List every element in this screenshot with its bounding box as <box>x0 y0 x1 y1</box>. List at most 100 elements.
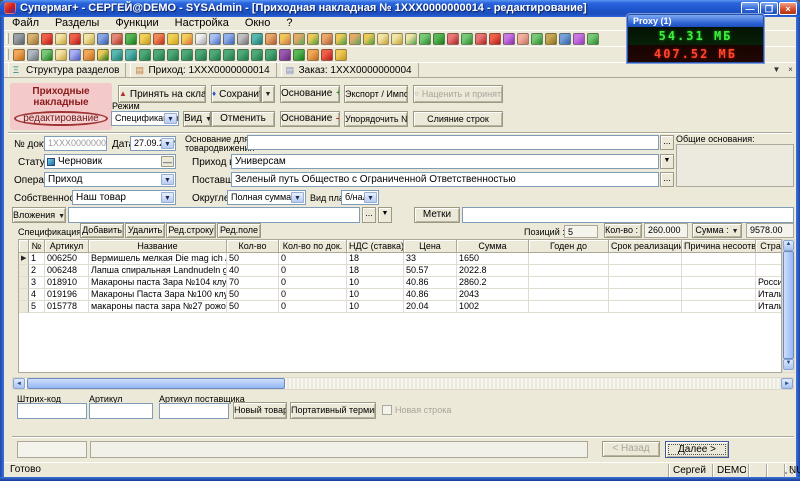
toolbar2-icon-2[interactable] <box>27 49 39 61</box>
cell-name[interactable]: макароны паста зара №27 рожок 500г. <box>89 301 227 313</box>
cell-sum[interactable]: 2860.2 <box>457 277 529 289</box>
cell-name[interactable]: Макароны паста Зара №104 клубки 500 <box>89 277 227 289</box>
export-import-button[interactable]: Экспорт / Импорт <box>344 85 408 103</box>
cell-article[interactable]: 018910 <box>45 277 89 289</box>
toolbar1-icon-27[interactable] <box>377 33 389 45</box>
income-to-dropdown-button[interactable]: ▼ <box>660 154 674 169</box>
toolbar2-icon-10[interactable] <box>139 49 151 61</box>
chevron-down-icon[interactable]: ▼ <box>161 138 174 149</box>
toolbar2-icon-12[interactable] <box>167 49 179 61</box>
toolbar1-icon-30[interactable] <box>419 33 431 45</box>
toolbar1-icon-38[interactable] <box>531 33 543 45</box>
toolbar1-icon-32[interactable] <box>447 33 459 45</box>
toolbar2-icon-18[interactable] <box>251 49 263 61</box>
cell-reason[interactable] <box>682 253 756 265</box>
sum-total-dropdown-button[interactable]: Сумма :▼ <box>692 223 742 238</box>
toolbar1-icon-39[interactable] <box>545 33 557 45</box>
cell-sum[interactable]: 2022.8 <box>457 265 529 277</box>
toolbar1-icon-21[interactable] <box>293 33 305 45</box>
scroll-up-icon[interactable]: ▲ <box>783 240 794 251</box>
cell-price[interactable]: 33 <box>404 253 457 265</box>
chevron-down-icon[interactable]: ▼ <box>291 192 304 203</box>
toolbar1-icon-31[interactable] <box>433 33 445 45</box>
row-selector[interactable] <box>19 265 29 277</box>
payment-type-combobox[interactable]: б/нал ▼ <box>341 190 379 205</box>
row-selector[interactable] <box>19 277 29 289</box>
table-row[interactable]: 4019196Макароны Паста Зара №100 клубки 5… <box>19 289 781 301</box>
toolbar1-icon-40[interactable] <box>559 33 571 45</box>
supplier-article-input[interactable] <box>159 403 229 419</box>
cell-country[interactable] <box>756 253 782 265</box>
row-marker-icon[interactable]: ▶ <box>19 253 29 265</box>
cell-valid[interactable] <box>529 253 609 265</box>
cell-qty_doc[interactable]: 0 <box>279 289 347 301</box>
toolbar1-icon-5[interactable] <box>69 33 81 45</box>
toolbar1-icon-29[interactable] <box>405 33 417 45</box>
toolbar1-icon-10[interactable] <box>139 33 151 45</box>
cell-valid[interactable] <box>529 265 609 277</box>
toolbar2-icon-6[interactable] <box>83 49 95 61</box>
column-header[interactable]: Сумма <box>457 240 529 253</box>
chevron-down-icon[interactable]: ▼ <box>161 192 174 203</box>
scroll-left-icon[interactable]: ◄ <box>13 378 25 389</box>
basis-add-button[interactable]: Основание+ <box>280 85 340 103</box>
next-button[interactable]: Далее > <box>665 441 729 458</box>
mode-combobox[interactable]: Спецификация ▼ <box>111 111 179 126</box>
menu-item-1[interactable]: Файл <box>4 17 47 30</box>
table-vertical-scrollbar[interactable]: ▲ ▼ <box>782 239 795 373</box>
column-header[interactable]: Кол-во <box>227 240 279 253</box>
toolbar1-icon-33[interactable] <box>461 33 473 45</box>
table-row[interactable]: 3018910Макароны паста Зара №104 клубки 5… <box>19 277 781 289</box>
chevron-down-icon[interactable]: ▼ <box>164 113 177 124</box>
supplier-field[interactable]: Зеленый путь Общество с Ограниченной Отв… <box>231 172 659 187</box>
menu-item-3[interactable]: Функции <box>107 17 166 30</box>
save-dropdown-button[interactable]: ▼ <box>261 85 275 103</box>
tabbar-close-icon[interactable]: × <box>784 63 797 76</box>
cell-term[interactable] <box>609 277 682 289</box>
tags-button[interactable]: Метки <box>414 207 460 223</box>
attachments-button[interactable]: Вложения▼ <box>12 207 66 223</box>
menu-item-4[interactable]: Настройка <box>167 17 237 30</box>
toolbar1-icon-23[interactable] <box>321 33 333 45</box>
column-header[interactable]: НДС (ставка) <box>347 240 404 253</box>
toolbar1-icon-3[interactable] <box>41 33 53 45</box>
toolbar1-icon-22[interactable] <box>307 33 319 45</box>
spec-button-3[interactable]: Ред.строку <box>166 223 216 238</box>
cell-country[interactable]: Италия <box>756 289 782 301</box>
cell-term[interactable] <box>609 265 682 277</box>
maximize-button[interactable]: ❐ <box>760 2 778 15</box>
toolbar1-icon-41[interactable] <box>573 33 585 45</box>
document-tab-3[interactable]: ▤Заказ: 1XXX0000000004 <box>281 63 419 78</box>
cell-n[interactable]: 4 <box>29 289 45 301</box>
new-item-button[interactable]: Новый товар <box>233 402 287 419</box>
document-tab-1[interactable]: ΞСтруктура разделов <box>8 63 126 78</box>
cell-price[interactable]: 40.86 <box>404 289 457 301</box>
menu-item-2[interactable]: Разделы <box>47 17 107 30</box>
supplier-browse-button[interactable]: ... <box>660 172 674 187</box>
toolbar2-icon-8[interactable] <box>111 49 123 61</box>
chevron-down-icon[interactable]: ▼ <box>161 174 174 185</box>
cell-n[interactable]: 1 <box>29 253 45 265</box>
toolbar1-icon-11[interactable] <box>153 33 165 45</box>
cell-reason[interactable] <box>682 277 756 289</box>
cell-reason[interactable] <box>682 289 756 301</box>
toolbar2-icon-15[interactable] <box>209 49 221 61</box>
table-row[interactable]: 2006248Лапша спиральная Landnudeln gedr.… <box>19 265 781 277</box>
cell-article[interactable]: 006248 <box>45 265 89 277</box>
markup-and-accept-button[interactable]: ○Наценить и принять <box>413 85 503 103</box>
cell-country[interactable] <box>756 265 782 277</box>
cell-qty[interactable]: 50 <box>227 301 279 313</box>
toolbar1-icon-42[interactable] <box>587 33 599 45</box>
toolbar2-icon-9[interactable] <box>125 49 137 61</box>
spec-table[interactable]: №АртикулНазваниеКол-воКол-во по док.НДС … <box>18 239 782 373</box>
toolbar2-icon-3[interactable] <box>41 49 53 61</box>
rounding-combobox[interactable]: Полная сумма ▼ <box>227 190 306 205</box>
tags-field[interactable] <box>462 207 794 223</box>
cell-qty[interactable]: 40 <box>227 265 279 277</box>
cell-n[interactable]: 2 <box>29 265 45 277</box>
document-tab-2[interactable]: ▤Приход: 1XXX0000000014 <box>130 63 276 78</box>
back-button[interactable]: < Назад <box>602 441 660 457</box>
toolbar2-icon-21[interactable] <box>293 49 305 61</box>
toolbar1-icon-25[interactable] <box>349 33 361 45</box>
attachments-dropdown-button[interactable]: ▼ <box>378 207 392 223</box>
